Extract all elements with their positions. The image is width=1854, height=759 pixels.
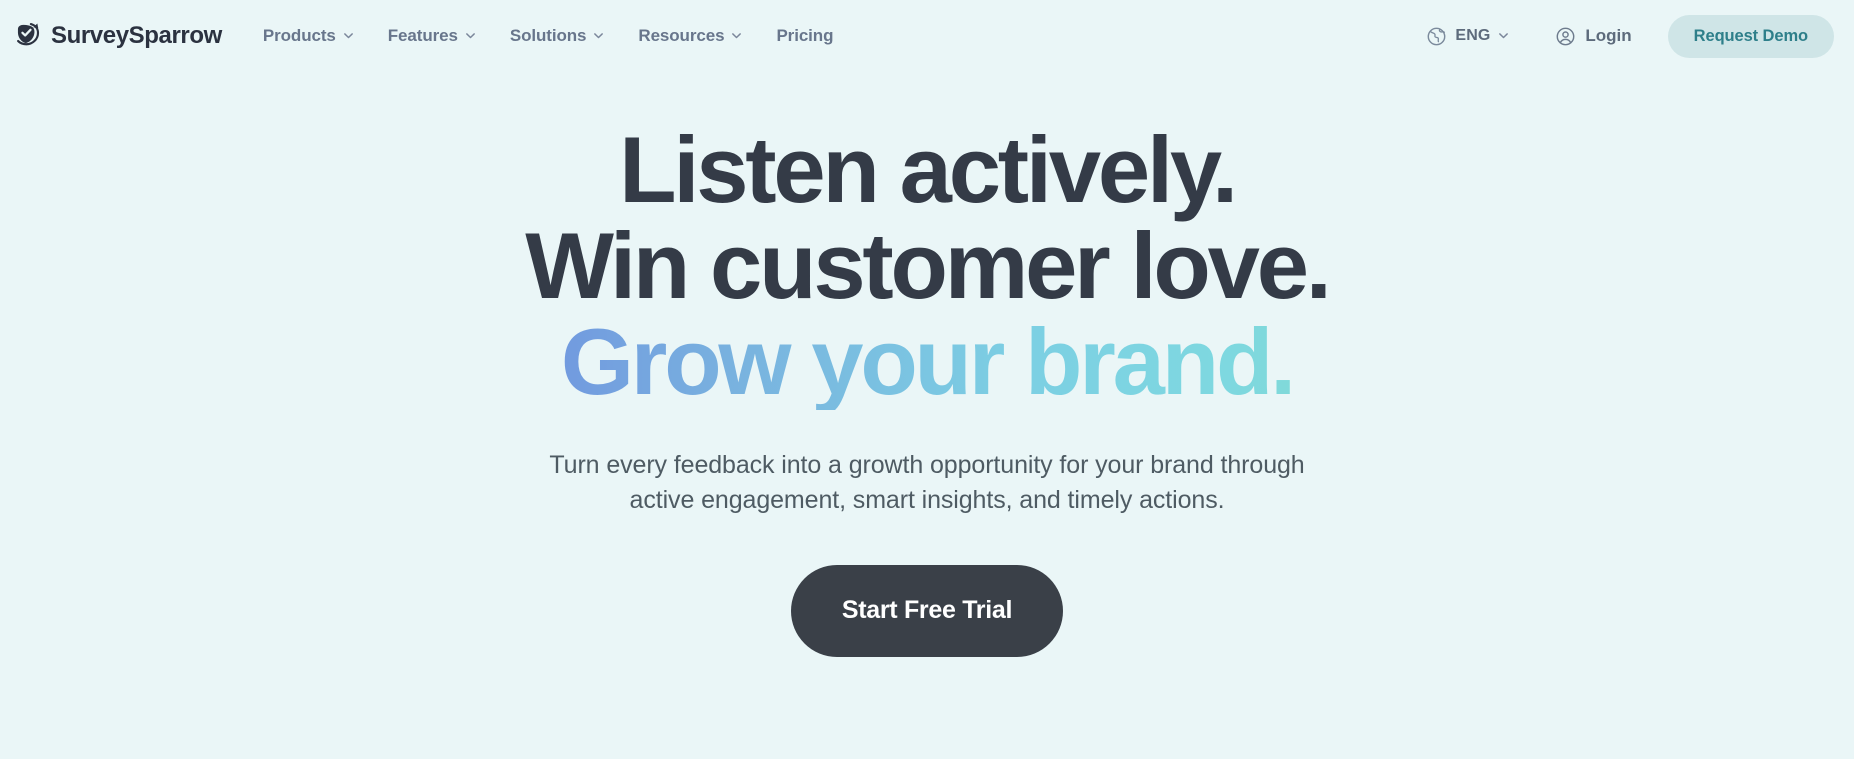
globe-icon	[1426, 26, 1447, 47]
login-label: Login	[1585, 26, 1632, 45]
chevron-down-icon	[731, 30, 742, 41]
login-link[interactable]: Login	[1539, 18, 1647, 55]
language-label: ENG	[1455, 27, 1491, 44]
chevron-down-icon	[465, 30, 476, 41]
subheadline-line-2: active engagement, smart insights, and t…	[629, 486, 1225, 515]
surveysparrow-bird-shield-check-icon	[14, 21, 44, 51]
nav-item-features[interactable]: Features	[371, 18, 493, 54]
chevron-down-icon	[343, 30, 354, 41]
nav-item-label: Solutions	[509, 26, 587, 45]
headline-line-3-gradient: Grow your brand.	[0, 313, 1854, 410]
subheadline-line-1: Turn every feedback into a growth opport…	[549, 450, 1305, 479]
hero-subheadline: Turn every feedback into a growth opport…	[0, 448, 1854, 519]
request-demo-button[interactable]: Request Demo	[1667, 14, 1834, 58]
headline-line-1: Listen actively.	[619, 117, 1238, 222]
logo-link[interactable]: SurveySparrow	[14, 21, 222, 51]
nav-item-pricing[interactable]: Pricing	[759, 18, 850, 54]
headline-line-2: Win customer love.	[525, 212, 1332, 318]
site-header: SurveySparrow Products Features Solution…	[0, 0, 1854, 72]
hero-section: Listen actively. Win customer love. Grow…	[0, 72, 1854, 657]
language-selector[interactable]: ENG	[1412, 18, 1523, 55]
chevron-down-icon	[1498, 30, 1509, 41]
nav-item-resources[interactable]: Resources	[621, 18, 759, 54]
nav-item-label: Resources	[638, 26, 725, 45]
header-actions: ENG Login Request Demo	[1412, 14, 1834, 58]
primary-navigation: Products Features Solutions Resources Pr	[246, 18, 851, 54]
chevron-down-icon	[593, 30, 604, 41]
nav-item-label: Features	[387, 26, 458, 45]
nav-item-label: Products	[262, 26, 336, 45]
nav-item-products[interactable]: Products	[246, 18, 371, 54]
nav-item-label: Pricing	[776, 26, 834, 45]
brand-wordmark: SurveySparrow	[51, 22, 222, 49]
user-circle-icon	[1555, 26, 1576, 47]
hero-headline: Listen actively. Win customer love. Grow…	[0, 122, 1854, 410]
start-free-trial-button[interactable]: Start Free Trial	[791, 564, 1063, 657]
hero-cta-container: Start Free Trial	[0, 564, 1854, 657]
nav-item-solutions[interactable]: Solutions	[493, 18, 622, 54]
